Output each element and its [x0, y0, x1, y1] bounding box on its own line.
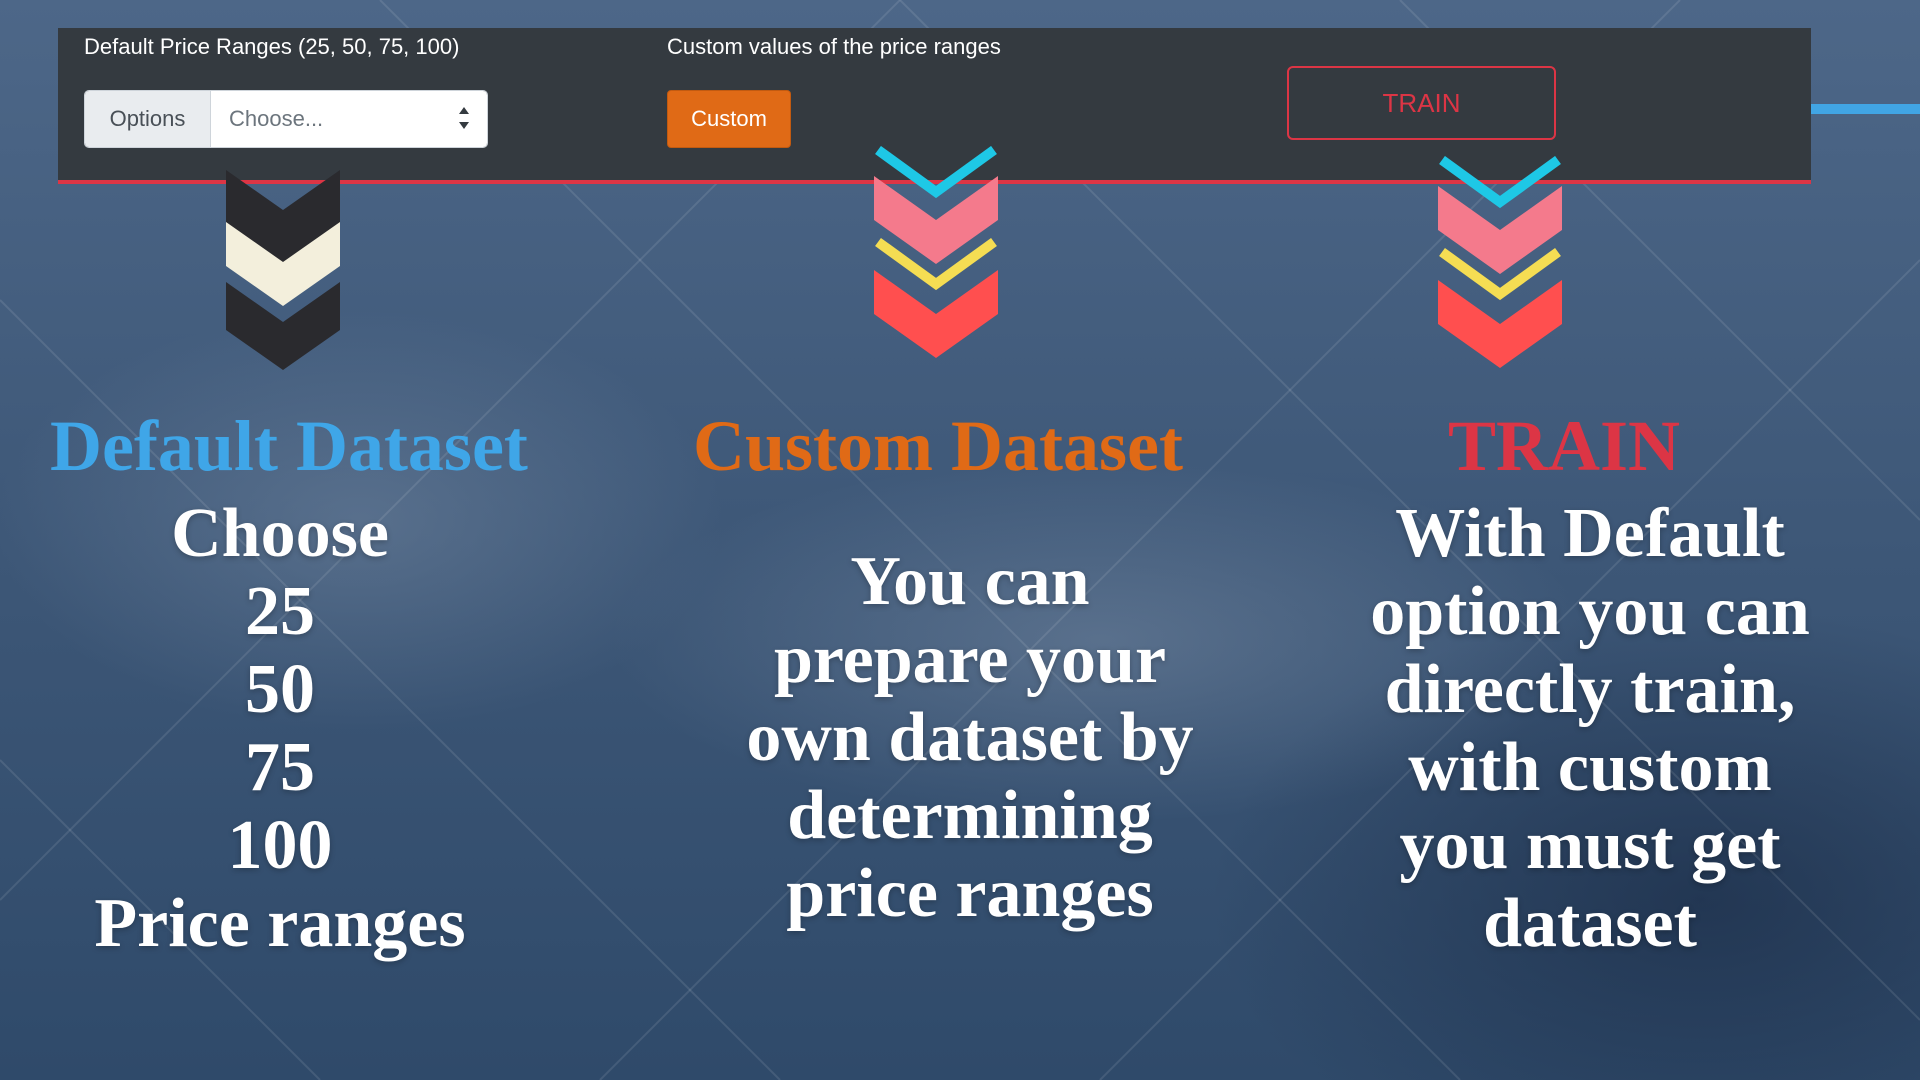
accent-line — [1811, 104, 1920, 114]
description-line: 100 — [227, 807, 333, 884]
description-line: 50 — [245, 651, 315, 728]
chevron-down-icon — [874, 146, 998, 358]
description-line: 75 — [245, 729, 315, 806]
custom-price-ranges-label: Custom values of the price ranges — [667, 34, 1001, 59]
select-value: Choose... — [229, 106, 324, 131]
description-line: Price ranges — [94, 885, 466, 962]
description-line: Choose — [171, 495, 389, 572]
default-dataset-description: Choose 25 50 75 100 Price ranges — [40, 495, 520, 963]
select-caret-icon — [459, 107, 469, 129]
options-prepend-label: Options — [85, 91, 211, 147]
train-description: With Default option you can directly tra… — [1320, 495, 1860, 963]
chevron-down-icon — [1438, 156, 1562, 368]
description-line: dataset — [1483, 885, 1697, 962]
description-line: prepare your — [773, 621, 1167, 698]
description-line: determining — [787, 777, 1153, 854]
chevron-down-icon — [226, 170, 340, 370]
train-heading: TRAIN — [1448, 406, 1681, 486]
description-line: You can — [850, 543, 1090, 620]
custom-dataset-description: You can prepare your own dataset by dete… — [690, 543, 1250, 933]
default-dataset-heading: Default Dataset — [50, 406, 528, 486]
description-line: directly train, — [1384, 651, 1796, 728]
description-line: 25 — [245, 573, 315, 650]
price-range-select[interactable]: Choose... — [211, 91, 487, 147]
default-price-ranges-label: Default Price Ranges (25, 50, 75, 100) — [84, 34, 460, 59]
description-line: With Default — [1395, 495, 1785, 572]
description-line: price ranges — [786, 855, 1154, 932]
description-line: you must get — [1399, 807, 1781, 884]
custom-dataset-heading: Custom Dataset — [693, 406, 1183, 486]
custom-button[interactable]: Custom — [667, 90, 791, 148]
description-line: with custom — [1408, 729, 1772, 806]
description-line: own dataset by — [746, 699, 1194, 776]
options-select-group: Options Choose... — [84, 90, 488, 148]
description-line: option you can — [1370, 573, 1810, 650]
train-button[interactable]: TRAIN — [1287, 66, 1556, 140]
